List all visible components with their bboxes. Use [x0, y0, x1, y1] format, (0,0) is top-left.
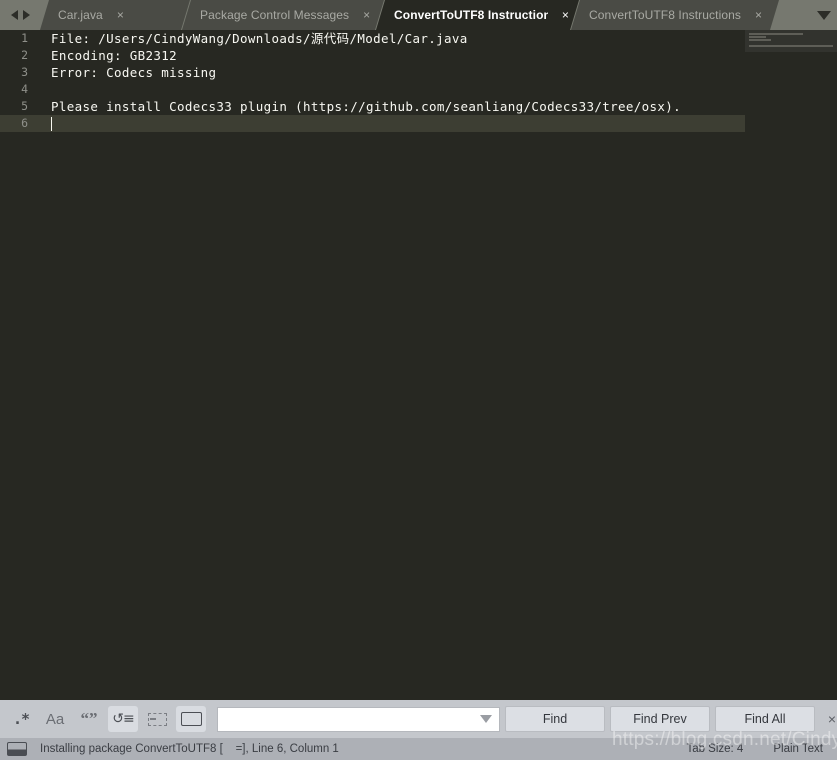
line-number: 2 — [21, 48, 28, 62]
line-number: 5 — [21, 99, 28, 113]
minimap-line — [749, 39, 771, 41]
find-panel: .* Aa “” ↺≡ Find Find Prev Find All × — [0, 700, 837, 738]
highlight-results-icon — [180, 712, 202, 726]
code-text: Please install Codecs33 plugin (https://… — [51, 99, 682, 114]
tab-list-menu-button[interactable] — [811, 0, 837, 30]
line-number: 6 — [21, 116, 28, 130]
code-text: File: /Users/CindyWang/Downloads/源代码/Mod… — [51, 31, 468, 46]
tab-converttoutf8-instructions-active[interactable]: ConvertToUTF8 Instructions × — [376, 0, 579, 30]
find-prev-button-label: Find Prev — [633, 712, 687, 726]
code-line[interactable]: 2 Encoding: GB2312 — [0, 47, 837, 64]
minimap[interactable] — [745, 30, 837, 700]
tab-car-java[interactable]: Car.java × — [40, 0, 190, 30]
find-all-button[interactable]: Find All — [715, 706, 815, 732]
status-bar-right: Tab Size: 4 Plain Text — [686, 738, 837, 760]
close-icon[interactable]: × — [755, 9, 762, 21]
find-prev-button[interactable]: Find Prev — [610, 706, 710, 732]
whole-word-icon: “” — [80, 709, 98, 728]
code-text: Error: Codecs missing — [51, 65, 217, 80]
close-icon: × — [827, 711, 837, 727]
tab-size-indicator[interactable]: Tab Size: 4 — [686, 743, 743, 755]
highlight-results-toggle[interactable] — [176, 706, 206, 732]
minimap-line — [749, 36, 766, 38]
whole-word-toggle[interactable]: “” — [74, 706, 104, 732]
code-line-background — [40, 115, 837, 132]
code-line[interactable]: 1 File: /Users/CindyWang/Downloads/源代码/Mo… — [0, 30, 837, 47]
tab-label: ConvertToUTF8 Instructions — [394, 8, 548, 22]
status-message: Installing package ConvertToUTF8 [ =], L… — [40, 743, 339, 755]
code-text: Encoding: GB2312 — [51, 48, 178, 63]
sublime-text-window: Car.java × Package Control Messages × Co… — [0, 0, 837, 760]
triangle-right-icon[interactable] — [22, 10, 30, 20]
regex-icon: .* — [12, 710, 30, 728]
line-number: 3 — [21, 65, 28, 79]
regex-toggle[interactable]: .* — [6, 706, 36, 732]
close-icon[interactable]: × — [117, 9, 124, 21]
tab-label: Package Control Messages — [200, 8, 350, 22]
in-selection-icon — [147, 712, 167, 726]
tab-label: ConvertToUTF8 Instructions — [589, 8, 741, 22]
close-find-panel-button[interactable]: × — [825, 709, 837, 729]
code-line[interactable]: 5 Please install Codecs33 plugin (https:/… — [0, 98, 837, 115]
tab-nav-arrows[interactable] — [0, 0, 40, 30]
minimap-line — [749, 45, 833, 47]
code-line[interactable]: 4 — [0, 81, 837, 98]
triangle-left-icon[interactable] — [10, 10, 18, 20]
find-button[interactable]: Find — [505, 706, 605, 732]
code-line[interactable]: 3 Error: Codecs missing — [0, 64, 837, 81]
case-sensitive-icon: Aa — [45, 710, 65, 728]
case-sensitive-toggle[interactable]: Aa — [40, 706, 70, 732]
code-line-background — [40, 81, 837, 98]
tab-package-control-messages[interactable]: Package Control Messages × — [182, 0, 384, 30]
find-button-label: Find — [542, 712, 568, 726]
line-number: 1 — [21, 31, 28, 45]
wrap-icon: ↺≡ — [112, 711, 134, 727]
tab-label: Car.java — [58, 8, 103, 22]
close-icon[interactable]: × — [562, 9, 569, 21]
console-panel-icon[interactable] — [7, 742, 27, 756]
status-bar: Installing package ConvertToUTF8 [ =], L… — [0, 738, 837, 760]
search-input-wrapper[interactable] — [217, 706, 500, 732]
syntax-indicator[interactable]: Plain Text — [773, 743, 823, 755]
text-cursor — [51, 117, 52, 131]
tab-converttoutf8-instructions-2[interactable]: ConvertToUTF8 Instructions × — [571, 0, 779, 30]
wrap-toggle[interactable]: ↺≡ — [108, 706, 138, 732]
in-selection-toggle[interactable] — [142, 706, 172, 732]
line-number: 4 — [21, 82, 28, 96]
close-icon[interactable]: × — [363, 9, 370, 21]
caret-down-icon[interactable] — [480, 715, 492, 723]
editor-area[interactable]: 1 File: /Users/CindyWang/Downloads/源代码/Mo… — [0, 30, 837, 700]
code-rows: 1 File: /Users/CindyWang/Downloads/源代码/Mo… — [0, 30, 837, 132]
caret-down-icon[interactable] — [817, 10, 831, 20]
code-line[interactable]: 6 — [0, 115, 837, 132]
search-input[interactable] — [222, 707, 481, 731]
find-all-button-label: Find All — [744, 712, 786, 726]
tab-bar: Car.java × Package Control Messages × Co… — [0, 0, 837, 30]
minimap-line — [749, 33, 803, 35]
